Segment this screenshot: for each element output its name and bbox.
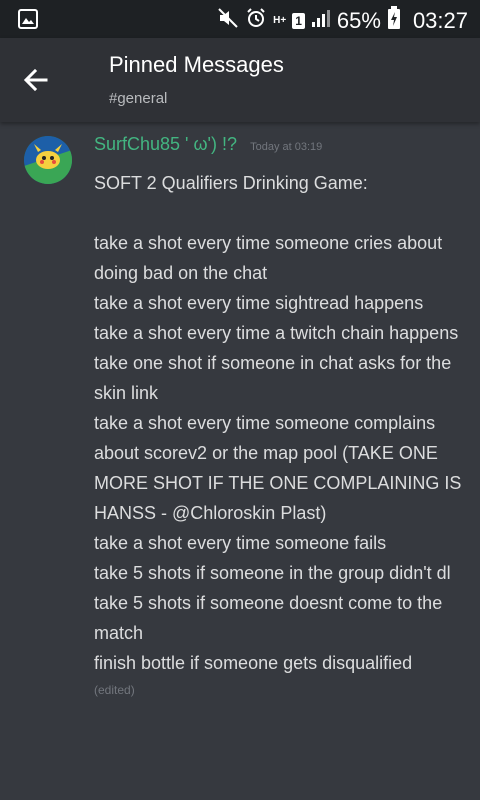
app-bar: Pinned Messages #general — [0, 38, 480, 122]
alarm-icon — [245, 7, 267, 34]
status-icons: H+ 1 65% 03:27 — [217, 6, 468, 35]
message-line: take a shot every time someone fails — [94, 533, 387, 553]
status-bar: H+ 1 65% 03:27 — [0, 0, 480, 38]
message-line: take a shot every time sightread happens — [94, 293, 424, 313]
screenshot-icon — [18, 9, 38, 34]
avatar[interactable] — [24, 136, 72, 184]
username[interactable]: SurfChu85 ' ω') !? — [94, 134, 237, 154]
page-title: Pinned Messages — [109, 52, 284, 77]
network-type: H+ — [273, 14, 287, 26]
message-line: SOFT 2 Qualifiers Drinking Game: — [94, 173, 368, 193]
message-content: SOFT 2 Qualifiers Drinking Game: take a … — [94, 168, 464, 700]
back-arrow-icon[interactable] — [20, 64, 52, 96]
message-line: take one shot if someone in chat asks fo… — [94, 353, 452, 403]
message-line: take a shot every time a twitch chain ha… — [94, 323, 459, 343]
message-header: SurfChu85 ' ω') !? Today at 03:19 — [94, 134, 322, 155]
signal-icon — [311, 8, 331, 33]
mute-icon — [217, 7, 239, 34]
message-timestamp: Today at 03:19 — [250, 141, 323, 153]
edited-label: (edited) — [94, 683, 135, 697]
clock-time: 03:27 — [412, 7, 468, 33]
message-line: take 5 shots if someone doesnt come to t… — [94, 593, 443, 643]
message-line: take a shot every time someone complains… — [94, 413, 462, 523]
battery-percent: 65% — [336, 7, 381, 33]
message-line: take a shot every time someone cries abo… — [94, 233, 443, 283]
sim-slot-badge: 1 — [292, 12, 305, 29]
message-line: finish bottle if someone gets disqualifi… — [94, 653, 413, 673]
channel-name: #general — [109, 90, 168, 107]
battery-charging-icon — [387, 6, 401, 35]
message-line: take 5 shots if someone in the group did… — [94, 563, 451, 583]
